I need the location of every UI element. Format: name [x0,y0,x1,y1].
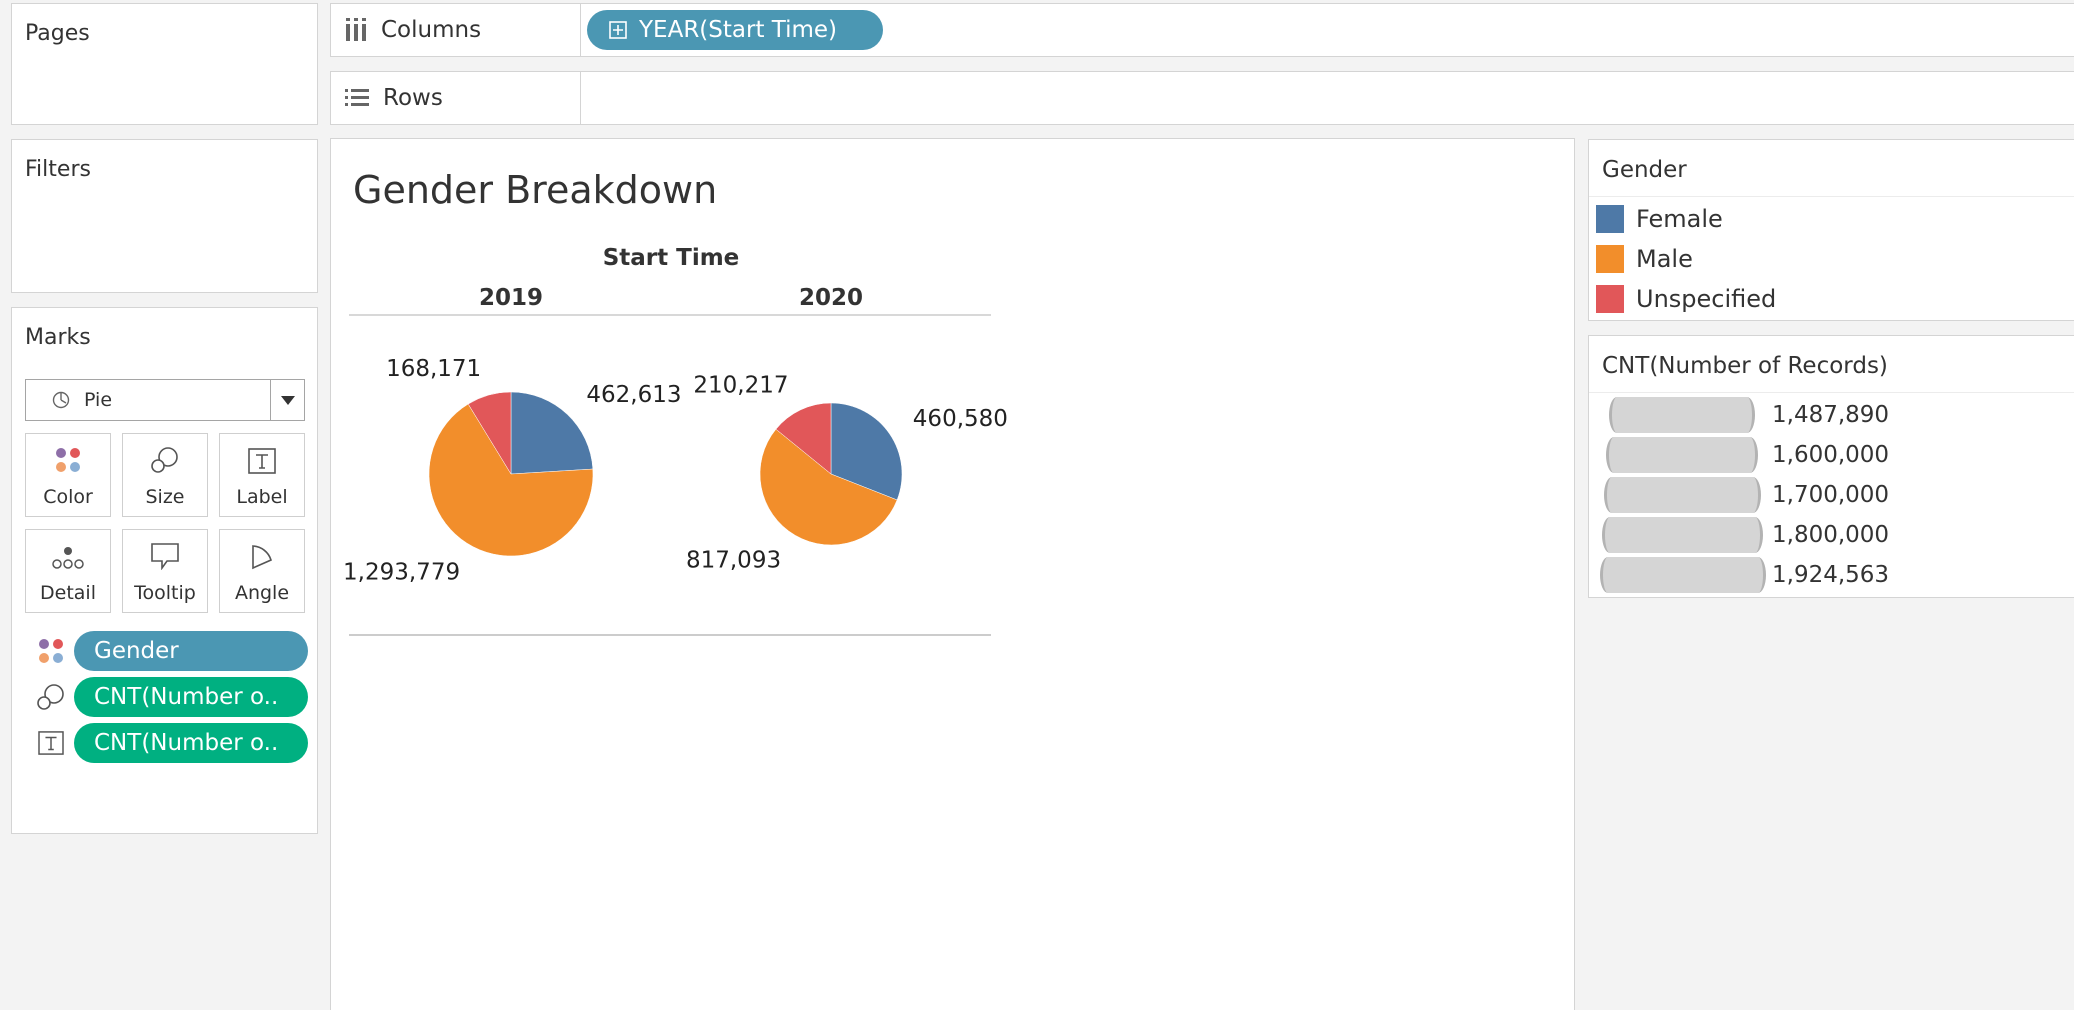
size-legend-bar [1602,517,1763,553]
color-button-label: Color [43,486,93,508]
legend-item-male[interactable]: Male [1596,245,1693,273]
color-field-icon [36,636,66,666]
size-field-icon [36,682,66,712]
tooltip-icon [151,543,179,570]
detail-button[interactable]: Detail [25,529,111,613]
size-legend-row: 1,800,000 [1594,516,2074,554]
label-field-pill[interactable]: CNT(Number o.. [74,723,308,763]
columns-shelf-label: Columns [331,4,581,56]
label-button-label: Label [236,486,288,508]
size-button-label: Size [145,486,185,508]
size-legend-value: 1,487,890 [1772,402,1890,428]
size-legend-bar [1609,397,1755,433]
gender-field-pill[interactable]: Gender [74,631,308,671]
rows-shelf-label: Rows [331,72,581,124]
pie-value-label: 460,580 [913,406,1008,432]
size-legend-row: 1,487,890 [1594,396,2074,434]
size-legend-bar [1600,557,1766,593]
year-start-time-label: YEAR(Start Time) [639,17,838,43]
unspecified-swatch [1596,285,1624,313]
plus-box-icon [609,21,627,39]
mark-type-label: Pie [84,389,113,411]
size-legend-bar [1604,477,1761,513]
label-button[interactable]: Label [219,433,305,517]
rows-shelf[interactable]: Rows [330,71,2074,125]
legend-female-label: Female [1636,205,1723,233]
label-icon [248,448,276,474]
chevron-down-icon[interactable] [270,380,304,420]
size-legend-value: 1,600,000 [1772,442,1890,468]
columns-shelf[interactable]: Columns YEAR(Start Time) [330,3,2074,57]
size-legend-title: CNT(Number of Records) [1602,353,1888,379]
pages-card[interactable]: Pages [11,3,318,125]
size-field-label: CNT(Number o.. [94,684,279,710]
tooltip-button-label: Tooltip [134,582,196,604]
pie-value-label: 1,293,779 [343,560,460,586]
size-legend-value: 1,700,000 [1772,482,1890,508]
angle-icon [252,545,272,570]
size-legend-value: 1,800,000 [1772,522,1890,548]
rows-label-text: Rows [383,85,443,111]
filters-card[interactable]: Filters [11,139,318,293]
pie-slice-female[interactable] [510,391,594,475]
male-swatch [1596,245,1624,273]
pie-chart: Gender Breakdown Start Time 2019 462,613 1… [343,168,1008,636]
size-icon [151,447,178,473]
chart-title: Gender Breakdown [353,168,717,212]
pie-mark-icon [52,391,70,409]
angle-button-label: Angle [234,582,290,604]
label-field-icon [36,728,66,758]
legend-unspecified-label: Unspecified [1636,285,1777,313]
size-field-pill[interactable]: CNT(Number o.. [74,677,308,717]
legend-item-unspecified[interactable]: Unspecified [1596,285,1776,313]
color-button[interactable]: Color [25,433,111,517]
size-legend[interactable]: CNT(Number of Records) 1,487,890 1,600,0… [1588,335,2074,598]
filters-title: Filters [25,157,91,182]
year-start-time-pill[interactable]: YEAR(Start Time) [587,10,883,50]
gender-field-label: Gender [94,638,179,664]
facet-year-label: 2020 [799,285,863,311]
legend-male-label: Male [1636,245,1693,273]
pie-value-label: 817,093 [686,548,781,574]
facet-header: Start Time [603,245,740,271]
label-field-label: CNT(Number o.. [94,730,279,756]
size-button[interactable]: Size [122,433,208,517]
marks-title: Marks [25,325,91,350]
gender-legend-title: Gender [1602,157,1687,183]
pie-value-label: 210,217 [693,373,788,399]
color-icon [56,448,80,472]
columns-icon [346,18,366,41]
tooltip-button[interactable]: Tooltip [122,529,208,613]
female-swatch [1596,205,1624,233]
mark-type-dropdown[interactable]: Pie [25,379,305,421]
gender-legend[interactable]: Gender Female Male Unspecified [1588,139,2074,321]
angle-button[interactable]: Angle [219,529,305,613]
rows-icon [345,89,369,106]
size-legend-row: 1,924,563 [1594,556,2074,594]
view-canvas[interactable]: Gender Breakdown Start Time 2019 462,613 1… [330,138,1575,1010]
detail-icon [52,547,84,569]
size-legend-row: 1,700,000 [1594,476,2074,514]
columns-label-text: Columns [381,17,482,43]
size-legend-value: 1,924,563 [1772,562,1890,588]
detail-button-label: Detail [40,582,96,604]
size-legend-bar [1606,437,1758,473]
facet-year-label: 2019 [479,285,543,311]
pages-title: Pages [25,21,90,46]
pie-value-label: 462,613 [586,382,681,408]
size-legend-row: 1,600,000 [1594,436,2074,474]
marks-card: Marks Pie Color Size Label Detail Toolti… [11,307,318,834]
legend-item-female[interactable]: Female [1596,205,1723,233]
pie-value-label: 168,171 [386,356,481,382]
